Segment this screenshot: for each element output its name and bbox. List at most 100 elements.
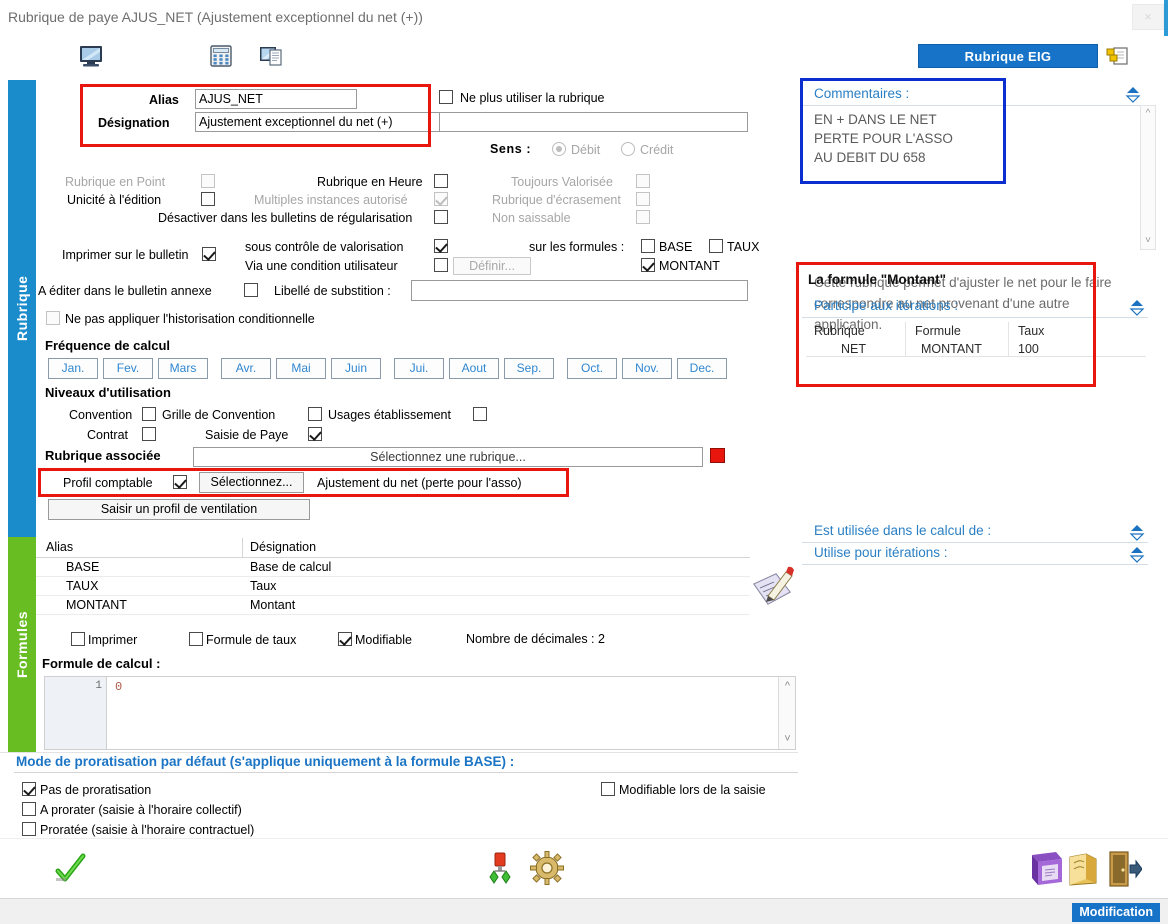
month-button-mars[interactable]: Mars — [158, 358, 208, 379]
historisation-checkbox[interactable] — [46, 311, 60, 325]
row-alias: TAUX — [66, 579, 99, 593]
sens-debit-label: Débit — [571, 143, 601, 157]
toujours-valorisee-checkbox[interactable] — [636, 174, 650, 188]
month-button-nov[interactable]: Nov. — [622, 358, 672, 379]
pas-de-proratisation-label: Pas de proratisation — [40, 783, 152, 797]
month-button-fev[interactable]: Fev. — [103, 358, 153, 379]
month-button-jan[interactable]: Jan. — [48, 358, 98, 379]
pas-de-proratisation-checkbox[interactable] — [22, 782, 36, 796]
modifiable-saisie-checkbox[interactable] — [601, 782, 615, 796]
selectionnez-button[interactable]: Sélectionnez... — [199, 472, 304, 493]
secondary-input[interactable] — [439, 112, 748, 132]
rubrique-eig-button[interactable]: Rubrique EIG — [918, 44, 1098, 68]
ne-plus-utiliser-checkbox[interactable] — [439, 90, 453, 104]
unicite-edition-checkbox[interactable] — [201, 192, 215, 206]
sens-debit-radio[interactable] — [552, 142, 566, 156]
condition-utilisateur-checkbox[interactable] — [434, 258, 448, 272]
table-row[interactable]: BASE Base de calcul — [36, 558, 750, 577]
modifiable-checkbox[interactable] — [338, 632, 352, 646]
convention-checkbox[interactable] — [142, 407, 156, 421]
multiples-instances-checkbox[interactable] — [434, 192, 448, 206]
controle-valorisation-checkbox[interactable] — [434, 239, 448, 253]
definir-button[interactable]: Définir... — [453, 257, 531, 275]
contrat-checkbox[interactable] — [142, 427, 156, 441]
contrat-label: Contrat — [87, 428, 128, 442]
green-check-icon[interactable] — [52, 851, 88, 890]
alias-input[interactable]: AJUS_NET — [195, 89, 357, 109]
expand-collapse-icon[interactable] — [1124, 86, 1142, 103]
formule-de-taux-checkbox[interactable] — [189, 632, 203, 646]
a-prorater-checkbox[interactable] — [22, 802, 36, 816]
rubrique-associee-select[interactable]: Sélectionnez une rubrique... — [193, 447, 703, 467]
iterations-row-rubrique: NET — [841, 342, 866, 356]
month-button-mai[interactable]: Mai — [276, 358, 326, 379]
chevron-up-icon[interactable]: ^ — [1141, 107, 1155, 121]
grille-convention-checkbox[interactable] — [308, 407, 322, 421]
duplicate-icon[interactable] — [258, 44, 284, 68]
rubrique-ecrasement-checkbox[interactable] — [636, 192, 650, 206]
iterations-row-divider — [806, 356, 1146, 357]
row-designation: Base de calcul — [250, 560, 332, 574]
month-button-oct[interactable]: Oct. — [567, 358, 617, 379]
exit-door-icon[interactable] — [1106, 849, 1143, 892]
close-icon[interactable]: × — [1132, 4, 1164, 30]
saisir-profil-ventilation-button[interactable]: Saisir un profil de ventilation — [48, 499, 310, 520]
comments-scrollbar[interactable]: ^ ˅ — [1140, 105, 1156, 250]
profil-comptable-checkbox[interactable] — [173, 475, 187, 489]
imprimer-formule-checkbox[interactable] — [71, 632, 85, 646]
pencil-notepad-icon[interactable] — [748, 564, 796, 610]
formule-taux-label: TAUX — [727, 240, 760, 254]
non-saissable-checkbox[interactable] — [636, 210, 650, 224]
formule-taux-checkbox[interactable] — [709, 239, 723, 253]
formule-montant-checkbox[interactable] — [641, 258, 655, 272]
rubrique-heure-checkbox[interactable] — [434, 174, 448, 188]
editor-scrollbar[interactable]: ^ ˅ — [778, 677, 795, 749]
gold-folder-icon[interactable] — [1066, 849, 1104, 892]
desactiver-regularisation-checkbox[interactable] — [434, 210, 448, 224]
copy-pages-icon[interactable] — [1104, 44, 1130, 68]
rubrique-ecrasement-label: Rubrique d'écrasement — [492, 193, 621, 207]
month-button-aout[interactable]: Aout — [449, 358, 499, 379]
row-designation: Montant — [250, 598, 296, 612]
usages-etablissement-checkbox[interactable] — [473, 407, 487, 421]
chevron-up-icon[interactable]: ^ — [781, 680, 794, 693]
red-square-icon[interactable] — [710, 448, 725, 463]
comments-section-header[interactable]: Commentaires : — [800, 84, 1148, 106]
table-row[interactable]: TAUX Taux — [36, 577, 750, 596]
unicite-edition-label: Unicité à l'édition — [67, 193, 162, 207]
saisie-paye-checkbox[interactable] — [308, 427, 322, 441]
iterations-section-header[interactable]: Participe aux itérations : — [802, 296, 1148, 318]
proratee-checkbox[interactable] — [22, 822, 36, 836]
rubrique-point-checkbox[interactable] — [201, 174, 215, 188]
month-button-dec[interactable]: Dec. — [677, 358, 727, 379]
sens-credit-radio[interactable] — [621, 142, 635, 156]
formula-editor[interactable]: 1 0 ^ ˅ — [44, 676, 796, 750]
uses-for-section-header[interactable]: Utilise pour itérations : — [802, 543, 1148, 565]
monitor-icon[interactable] — [78, 44, 104, 68]
libelle-substitution-input[interactable] — [411, 280, 748, 301]
expand-collapse-icon[interactable] — [1128, 546, 1146, 563]
bulletin-annexe-checkbox[interactable] — [244, 283, 258, 297]
expand-collapse-icon[interactable] — [1128, 299, 1146, 316]
chevron-down-icon[interactable]: ˅ — [781, 733, 794, 746]
chevron-down-icon[interactable]: ˅ — [1141, 234, 1155, 248]
used-in-section-header[interactable]: Est utilisée dans le calcul de : — [802, 521, 1148, 543]
table-row[interactable]: MONTANT Montant — [36, 596, 750, 615]
purple-book-icon[interactable] — [1026, 849, 1066, 892]
plug-connector-icon[interactable] — [484, 851, 516, 890]
tab-rubrique[interactable]: Rubrique — [8, 80, 36, 537]
comments-header-label: Commentaires : — [814, 86, 910, 101]
gear-icon[interactable] — [530, 851, 564, 888]
comments-body: EN + DANS LE NET PERTE POUR L'ASSO AU DE… — [814, 112, 953, 165]
formule-base-checkbox[interactable] — [641, 239, 655, 253]
controle-valorisation-label: sous contrôle de valorisation — [245, 240, 404, 254]
month-button-jui[interactable]: Jui. — [394, 358, 444, 379]
month-button-sep[interactable]: Sep. — [504, 358, 554, 379]
month-button-avr[interactable]: Avr. — [221, 358, 271, 379]
expand-collapse-icon[interactable] — [1128, 524, 1146, 541]
imprimer-bulletin-checkbox[interactable] — [202, 247, 216, 261]
calculator-icon[interactable] — [208, 44, 234, 68]
tab-formules[interactable]: Formules — [8, 537, 36, 752]
page-title: Rubrique de paye AJUS_NET (Ajustement ex… — [8, 9, 423, 25]
month-button-juin[interactable]: Juin — [331, 358, 381, 379]
